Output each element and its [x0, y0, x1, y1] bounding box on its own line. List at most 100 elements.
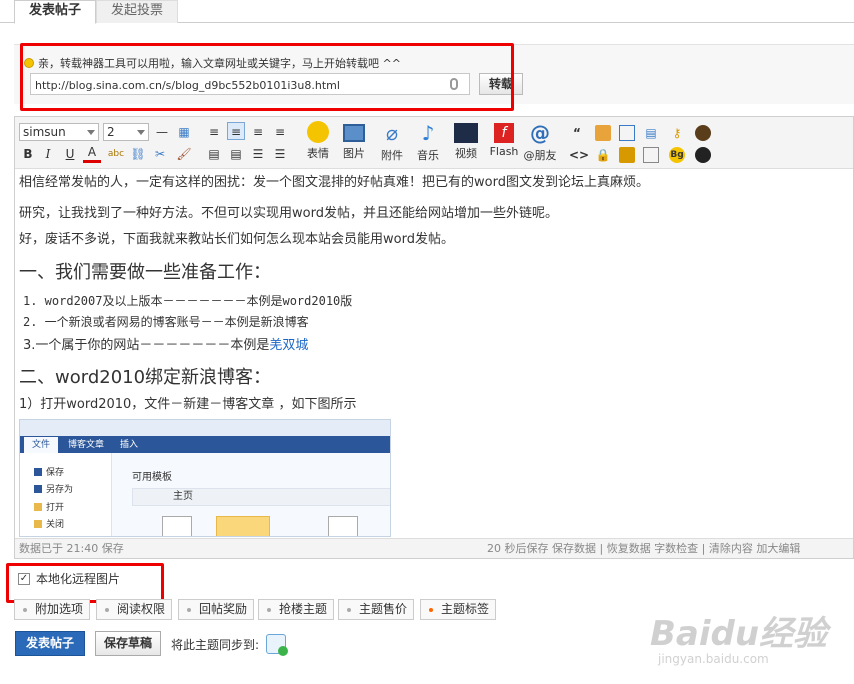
option-floor-topic[interactable]: 抢楼主题: [258, 599, 334, 620]
watermark-url: jingyan.baidu.com: [658, 652, 769, 666]
save-icon: [34, 467, 42, 476]
download-icon[interactable]: [619, 147, 635, 163]
embed-template-thumbnail-selected: [216, 516, 270, 536]
float-right-icon[interactable]: ▤: [227, 145, 245, 163]
code-icon[interactable]: <>: [569, 147, 589, 163]
mention-button[interactable]: @ @朋友: [521, 121, 559, 163]
paperclip-icon: ⌀: [385, 121, 399, 145]
embed-tab: 文件: [24, 437, 59, 453]
table-icon[interactable]: ▦: [175, 123, 193, 141]
attachment-button[interactable]: ⌀ 附件: [373, 121, 411, 163]
embed-side-label: 关闭: [46, 520, 65, 530]
embed-sidebar: 保存 另存为 打开 关闭: [20, 453, 112, 536]
font-family-value: simsun: [23, 125, 66, 139]
option-topic-price[interactable]: 主题售价: [338, 599, 414, 620]
option-label: 回帖奖励: [199, 602, 248, 616]
hidden-content-icon[interactable]: [643, 147, 659, 163]
italic-icon[interactable]: I: [39, 145, 57, 163]
section-heading-2: 二、word2010绑定新浪博客：: [19, 367, 272, 388]
rich-text-editor: simsun 2 — ▦ B I U A abc ⛓ ✂ 🖌 ≡ ≡ ≡ ≡ ▤…: [14, 116, 854, 559]
image-button[interactable]: 图片: [335, 121, 373, 161]
background-color-icon[interactable]: abc: [107, 145, 125, 163]
highlight-box-repost: [20, 43, 514, 111]
film-icon: [454, 123, 478, 143]
link-icon[interactable]: ⛓: [129, 145, 147, 163]
quote-icon[interactable]: “: [569, 125, 585, 141]
bullet-icon: [105, 608, 109, 612]
editor-actions[interactable]: 20 秒后保存 保存数据 | 恢复数据 字数检查 | 清除内容 加大编辑: [487, 539, 800, 559]
embed-tab: 博客文章: [68, 440, 105, 450]
at-icon: @: [530, 121, 550, 145]
user-key-icon[interactable]: ⚷: [669, 125, 685, 141]
unlink-icon[interactable]: ✂: [151, 145, 169, 163]
option-reply-reward[interactable]: 回帖奖励: [178, 599, 254, 620]
underline-icon[interactable]: U: [61, 145, 79, 163]
embed-side-label: 打开: [46, 503, 65, 513]
free-icon[interactable]: [595, 125, 611, 141]
background-icon[interactable]: Bg: [669, 147, 685, 163]
option-label: 抢楼主题: [279, 602, 328, 616]
smiley-icon: [307, 121, 329, 143]
clear-format-brush-icon[interactable]: 🖌: [175, 145, 193, 163]
editor-content[interactable]: 相信经常发帖的人，一定有这样的困扰：发一个图文混排的好帖真难！把已有的word图…: [15, 170, 853, 538]
flash-button[interactable]: f Flash: [485, 121, 523, 158]
tab-poll[interactable]: 发起投票: [96, 0, 179, 23]
save-as-icon: [34, 484, 42, 493]
list-item: 1. word2007及以上版本－－－－－－－本例是word2010版: [23, 294, 353, 308]
paragraph-1: 相信经常发帖的人，一定有这样的困扰：发一个图文混排的好帖真难！把已有的word图…: [19, 175, 649, 190]
flash-icon: f: [494, 123, 514, 143]
submit-post-button[interactable]: 发表帖子: [15, 631, 85, 656]
bullet-icon: [23, 608, 27, 612]
option-read-permission[interactable]: 阅读权限: [96, 599, 172, 620]
site-link[interactable]: 羌双城: [269, 338, 308, 353]
bold-icon[interactable]: B: [19, 145, 37, 163]
option-label: 附加选项: [35, 602, 84, 616]
page-icon[interactable]: [619, 125, 635, 141]
unordered-list-icon[interactable]: ☰: [271, 145, 289, 163]
autosave-status: 数据已于 21:40 保存: [19, 542, 124, 555]
float-left-icon[interactable]: ▤: [205, 145, 223, 163]
music-note-icon: ♪: [421, 121, 435, 145]
align-justify-icon[interactable]: ≡: [271, 123, 289, 141]
align-right-icon[interactable]: ≡: [249, 123, 267, 141]
section-heading-1: 一、我们需要做一些准备工作：: [19, 262, 271, 283]
option-topic-tags[interactable]: 主题标签: [420, 599, 496, 620]
music-label: 音乐: [417, 149, 439, 162]
align-left-icon[interactable]: ≡: [205, 123, 223, 141]
image-icon: [343, 124, 365, 142]
horizontal-rule-icon[interactable]: —: [153, 123, 171, 141]
chevron-down-icon: [87, 130, 95, 135]
video-button[interactable]: 视频: [447, 121, 485, 161]
list-item: 2. 一个新浪或者网易的博客账号－－本例是新浪博客: [23, 315, 309, 329]
save-draft-button[interactable]: 保存草稿: [95, 631, 161, 656]
font-size-select[interactable]: 2: [103, 123, 149, 141]
bullet-icon: [267, 608, 271, 612]
embed-side-label: 另存为: [46, 485, 74, 495]
lock-icon[interactable]: 🔒: [595, 147, 611, 163]
index-icon[interactable]: ▤: [643, 125, 659, 141]
paragraph-4: 1）打开word2010，文件－新建－博客文章 ，如下图所示: [19, 397, 357, 412]
tab-post[interactable]: 发表帖子: [14, 0, 97, 24]
list-item-text: 3.一个属于你的网站－－－－－－－本例是: [23, 338, 270, 353]
embed-template-thumbnail: [162, 516, 192, 536]
embed-navbar: 主页: [132, 488, 390, 506]
align-center-icon[interactable]: ≡: [227, 122, 245, 140]
editor-toolbar: simsun 2 — ▦ B I U A abc ⛓ ✂ 🖌 ≡ ≡ ≡ ≡ ▤…: [15, 117, 853, 169]
music-button[interactable]: ♪ 音乐: [409, 121, 447, 163]
font-size-value: 2: [107, 125, 115, 139]
ordered-list-icon[interactable]: ☰: [249, 145, 267, 163]
embed-titlebar: [20, 420, 390, 436]
option-label: 主题标签: [441, 602, 490, 616]
highlight-box-localize: [6, 563, 164, 603]
option-label: 阅读权限: [117, 602, 166, 616]
watermark-logo-text: Baidu经验: [650, 614, 828, 654]
media-icon[interactable]: [695, 125, 711, 141]
font-family-select[interactable]: simsun: [19, 123, 99, 141]
qq-icon[interactable]: [695, 147, 711, 163]
option-extra[interactable]: 附加选项: [14, 599, 90, 620]
emoji-button[interactable]: 表情: [299, 121, 337, 161]
chevron-down-icon: [137, 130, 145, 135]
sync-weibo-icon[interactable]: [266, 634, 288, 656]
attachment-label: 附件: [381, 149, 403, 162]
font-color-icon[interactable]: A: [83, 145, 101, 163]
